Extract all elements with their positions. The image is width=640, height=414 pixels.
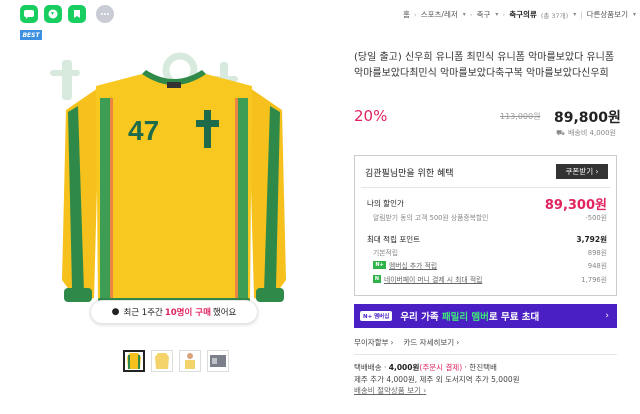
card-detail-option[interactable]: 카드 자세히보기 › bbox=[404, 337, 460, 348]
interest-free-label: 무이자할부 bbox=[354, 338, 389, 347]
coupon-button[interactable]: 쿠폰받기 › bbox=[556, 164, 608, 179]
chevron-down-icon[interactable]: ▾ bbox=[495, 11, 498, 18]
other-products-link[interactable]: 다른상품보기 bbox=[587, 9, 628, 20]
breadcrumb-home[interactable]: 홈 bbox=[403, 9, 410, 20]
my-price-row: 나의 할인가 89,300원 bbox=[367, 194, 607, 213]
breadcrumb-sports[interactable]: 스포츠/레저 bbox=[421, 9, 458, 20]
banner-suffix: 로 무료 초대 bbox=[488, 312, 540, 323]
base-points-label: 기본적립 bbox=[373, 249, 399, 257]
product-main-image[interactable]: 47 bbox=[20, 40, 328, 335]
breadcrumb-soccer[interactable]: 축구 bbox=[477, 9, 491, 20]
my-price-label: 나의 할인가 bbox=[367, 199, 404, 208]
popularity-prefix: 최근 1주간 bbox=[123, 308, 163, 318]
thumbnail-front[interactable] bbox=[123, 350, 145, 372]
banner-text: 우리 가족 패밀리 멤버로 무료 초대 bbox=[400, 309, 539, 323]
popularity-pill: ● 최근 1주간 10명이 구매 했어요 bbox=[90, 300, 258, 324]
membership-tag: N+ 멤버십 bbox=[360, 311, 393, 321]
chevron-down-icon[interactable]: ▾ bbox=[633, 11, 636, 18]
chevron-right-icon: › bbox=[390, 338, 394, 347]
pay-points-value: 1,796원 bbox=[581, 276, 607, 284]
popularity-highlight: 10명이 구매 bbox=[164, 308, 211, 318]
shipping-saving-label: 배송비 절약상품 보기 bbox=[354, 386, 421, 395]
card-detail-label: 카드 자세히보기 bbox=[403, 338, 455, 347]
banner-emphasis: 패밀리 멤버 bbox=[441, 312, 489, 323]
benefit-box: 김관필님만을 위한 혜택 쿠폰받기 › 나의 할인가 89,300원 알림받기 … bbox=[354, 155, 617, 296]
discount-rate: 20% bbox=[354, 107, 388, 125]
thumbnail-model[interactable] bbox=[179, 350, 201, 372]
thumbnail-back[interactable] bbox=[151, 350, 173, 372]
truck-icon: ⛟ bbox=[556, 128, 565, 137]
points-row: 최대 적립 포인트 3,792원 bbox=[367, 234, 607, 245]
naver-plus-icon: N+ bbox=[373, 261, 386, 269]
pay-points-row: N 네이버페이 머니 결제 시 최대 적립 1,796원 bbox=[367, 274, 607, 284]
shipping-method: 택배배송 · bbox=[354, 363, 389, 372]
breadcrumb-separator: | bbox=[580, 10, 583, 19]
naver-pay-icon: N bbox=[373, 275, 381, 283]
breadcrumb-separator: › bbox=[502, 10, 506, 19]
chevron-right-icon: › bbox=[423, 386, 427, 395]
more-share-icon[interactable] bbox=[96, 5, 114, 23]
person-icon: ● bbox=[111, 307, 120, 317]
base-points-value: 898원 bbox=[587, 249, 607, 257]
my-price-value: 89,300원 bbox=[544, 198, 607, 213]
jersey-image: 47 bbox=[50, 52, 286, 308]
share-blog-icon[interactable] bbox=[68, 5, 86, 23]
pay-points-link[interactable]: 네이버페이 머니 결제 시 최대 적립 bbox=[384, 274, 482, 284]
divider bbox=[354, 354, 617, 355]
breadcrumb-separator: › bbox=[469, 10, 473, 19]
thumbnail-detail[interactable] bbox=[207, 350, 229, 372]
membership-points-row: N+ 멤버십 추가 적립 948원 bbox=[367, 260, 607, 270]
shipping-detail: 택배배송 · 4,000원(주문시 결제) · 한진택배 제주 추가 4,000… bbox=[354, 362, 520, 397]
top-bar: 홈 › 스포츠/레저 ▾ › 축구 ▾ › 축구의류 (총 37개) ▾ | 다른상품… bbox=[0, 0, 640, 30]
family-membership-banner[interactable]: N+ 멤버십 우리 가족 패밀리 멤버로 무료 초대 › bbox=[354, 304, 617, 328]
thumbnail-list bbox=[123, 350, 229, 372]
divider bbox=[361, 187, 610, 188]
chevron-down-icon[interactable]: ▾ bbox=[463, 11, 466, 18]
shipping-pay-tag: (주문시 결제) bbox=[419, 363, 463, 372]
base-points-row: 기본적립 898원 bbox=[367, 247, 607, 257]
alarm-label: 알림받기 동의 고객 500원 상품중복할인 bbox=[373, 214, 489, 222]
sale-price: 89,800원 bbox=[554, 110, 621, 126]
alarm-row: 알림받기 동의 고객 500원 상품중복할인 -500원 bbox=[367, 212, 607, 222]
jersey-number: 47 bbox=[128, 115, 159, 146]
membership-points-value: 948원 bbox=[587, 262, 607, 270]
shipping-line-2: 제주 추가 4,000원, 제주 외 도서지역 추가 5,000원 bbox=[354, 374, 520, 384]
chevron-right-icon: › bbox=[456, 338, 460, 347]
benefit-title: 김관필님만을 위한 혜택 bbox=[365, 169, 454, 179]
original-price: 113,000원 bbox=[500, 112, 541, 121]
breadcrumb-count: (총 37개) bbox=[540, 11, 569, 20]
chevron-down-icon[interactable]: ▾ bbox=[573, 11, 576, 18]
breadcrumb-current[interactable]: 축구의류 bbox=[509, 9, 537, 20]
points-value: 3,792원 bbox=[576, 235, 607, 244]
alarm-value: -500원 bbox=[585, 214, 607, 222]
shipping-fee-label: 배송비 4,000원 bbox=[567, 129, 616, 137]
shipping-fee: ⛟ 배송비 4,000원 bbox=[556, 128, 616, 138]
coupon-button-label: 쿠폰받기 bbox=[565, 167, 594, 176]
breadcrumb-separator: › bbox=[413, 10, 417, 19]
product-title: (당일 출고) 신우희 유니폼 최민식 유니폼 악마를보았다 유니폼 악마를보았… bbox=[354, 52, 615, 79]
payment-options: 무이자할부 › 카드 자세히보기 › bbox=[354, 337, 459, 348]
popularity-suffix: 했어요 bbox=[212, 308, 237, 318]
banner-prefix: 우리 가족 bbox=[400, 312, 442, 323]
shipping-price: 4,000원 bbox=[388, 363, 420, 372]
chevron-right-icon: › bbox=[595, 167, 599, 176]
share-talk-icon[interactable] bbox=[20, 5, 38, 23]
shipping-carrier: · 한진택배 bbox=[462, 363, 497, 372]
chevron-right-icon: › bbox=[605, 311, 609, 321]
breadcrumb: 홈 › 스포츠/레저 ▾ › 축구 ▾ › 축구의류 (총 37개) ▾ | 다른상품… bbox=[403, 9, 636, 20]
shipping-saving-link[interactable]: 배송비 절약상품 보기 › bbox=[354, 385, 520, 397]
interest-free-option[interactable]: 무이자할부 › bbox=[354, 337, 394, 348]
shipping-line-1: 택배배송 · 4,000원(주문시 결제) · 한진택배 bbox=[354, 362, 520, 374]
share-band-icon[interactable] bbox=[44, 5, 62, 23]
points-label: 최대 적립 포인트 bbox=[367, 235, 421, 244]
membership-points-link[interactable]: 멤버십 추가 적립 bbox=[389, 260, 437, 270]
